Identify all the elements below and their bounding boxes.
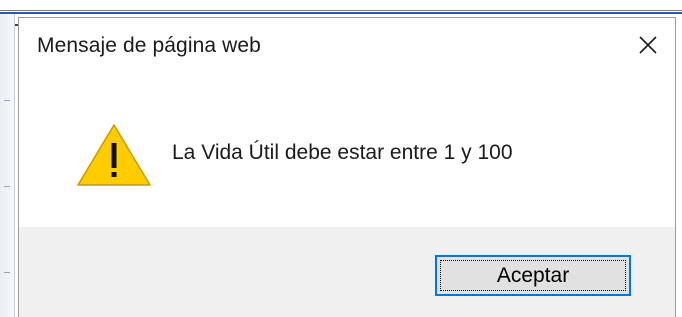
background-tick: [4, 186, 10, 187]
dialog-footer: Aceptar: [19, 227, 675, 317]
warning-icon: [77, 124, 151, 186]
background-tick: [4, 100, 10, 101]
dialog-message: La Vida Útil debe estar entre 1 y 100: [172, 141, 513, 164]
background-sidebar: [0, 14, 15, 317]
alert-dialog: Mensaje de página web La Vida Útil debe …: [18, 17, 676, 317]
dialog-titlebar[interactable]: Mensaje de página web: [19, 18, 675, 78]
accept-button-label: Aceptar: [496, 263, 570, 287]
dialog-title: Mensaje de página web: [37, 34, 261, 57]
screen: Mensaje de página web La Vida Útil debe …: [0, 0, 682, 317]
accept-button[interactable]: Aceptar: [435, 255, 631, 296]
background-divider: [0, 10, 682, 11]
close-icon: [639, 36, 657, 54]
dialog-content: La Vida Útil debe estar entre 1 y 100: [19, 78, 675, 227]
background-header-strip: [0, 12, 682, 14]
background-tick: [4, 272, 10, 273]
close-button[interactable]: [631, 28, 665, 62]
